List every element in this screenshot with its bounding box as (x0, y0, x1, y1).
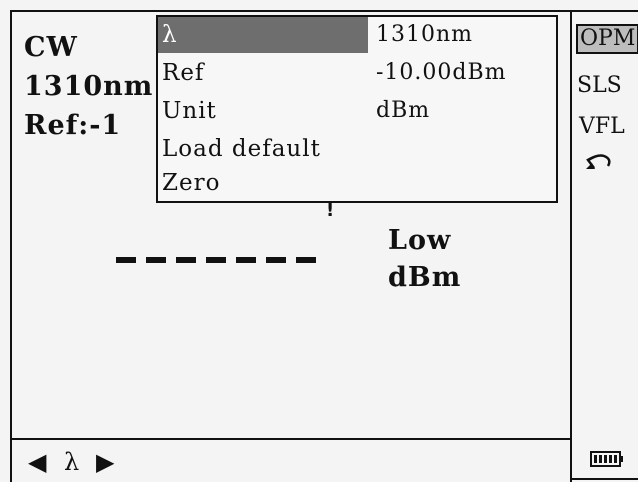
reading-dash (146, 257, 166, 263)
mode-label: CW (24, 32, 78, 63)
cursor-marker: ! (326, 200, 335, 221)
menu-item-value: 1310nm (376, 22, 474, 47)
menu-item-label: Unit (162, 98, 217, 124)
parameter-bar: ◀ λ ▶ (12, 440, 570, 482)
reading-dash (236, 257, 256, 263)
menu-item-label: Load default (162, 136, 321, 162)
parameter-label: λ (64, 448, 80, 476)
reading-dash (266, 257, 286, 263)
reading-dash (296, 257, 316, 263)
reading-dash (206, 257, 226, 263)
menu-item-label: Zero (162, 170, 221, 196)
undo-arrow-icon[interactable] (584, 148, 616, 172)
menu-item-unit[interactable]: Unit dBm (158, 93, 556, 129)
device-screen: CW 1310nm Ref:-1 λ 1310nm Ref -10.00dBm … (0, 0, 638, 482)
battery-icon (590, 449, 624, 469)
menu-item-label: λ (162, 22, 178, 48)
sidebar-item-vfl[interactable]: VFL (579, 114, 625, 140)
menu-item-label: Ref (162, 60, 205, 86)
reading-unit: dBm (388, 262, 462, 293)
sidebar-item-opm[interactable]: OPM (576, 24, 638, 54)
menu-item-zero[interactable]: Zero (158, 165, 556, 201)
menu-item-ref[interactable]: Ref -10.00dBm (158, 55, 556, 91)
sidebar-bottom-border (570, 478, 638, 480)
menu-item-value: -10.00dBm (376, 60, 507, 85)
reading-dash (116, 257, 136, 263)
sidebar-item-sls[interactable]: SLS (577, 73, 622, 99)
frame-border-left (10, 10, 12, 482)
wavelength-label: 1310nm (24, 71, 154, 102)
settings-menu: λ 1310nm Ref -10.00dBm Unit dBm Load def… (156, 15, 558, 203)
reading-dash (176, 257, 196, 263)
menu-item-load-default[interactable]: Load default (158, 131, 556, 167)
menu-item-wavelength[interactable]: λ 1310nm (158, 17, 556, 53)
right-arrow-icon[interactable]: ▶ (96, 448, 114, 476)
sidebar-divider (570, 10, 572, 482)
reading-state: Low (388, 225, 452, 256)
left-arrow-icon[interactable]: ◀ (28, 448, 46, 476)
menu-item-value: dBm (376, 98, 431, 123)
ref-label: Ref:-1 (24, 110, 122, 141)
frame-border-top (10, 10, 638, 12)
selection-highlight (158, 17, 368, 53)
